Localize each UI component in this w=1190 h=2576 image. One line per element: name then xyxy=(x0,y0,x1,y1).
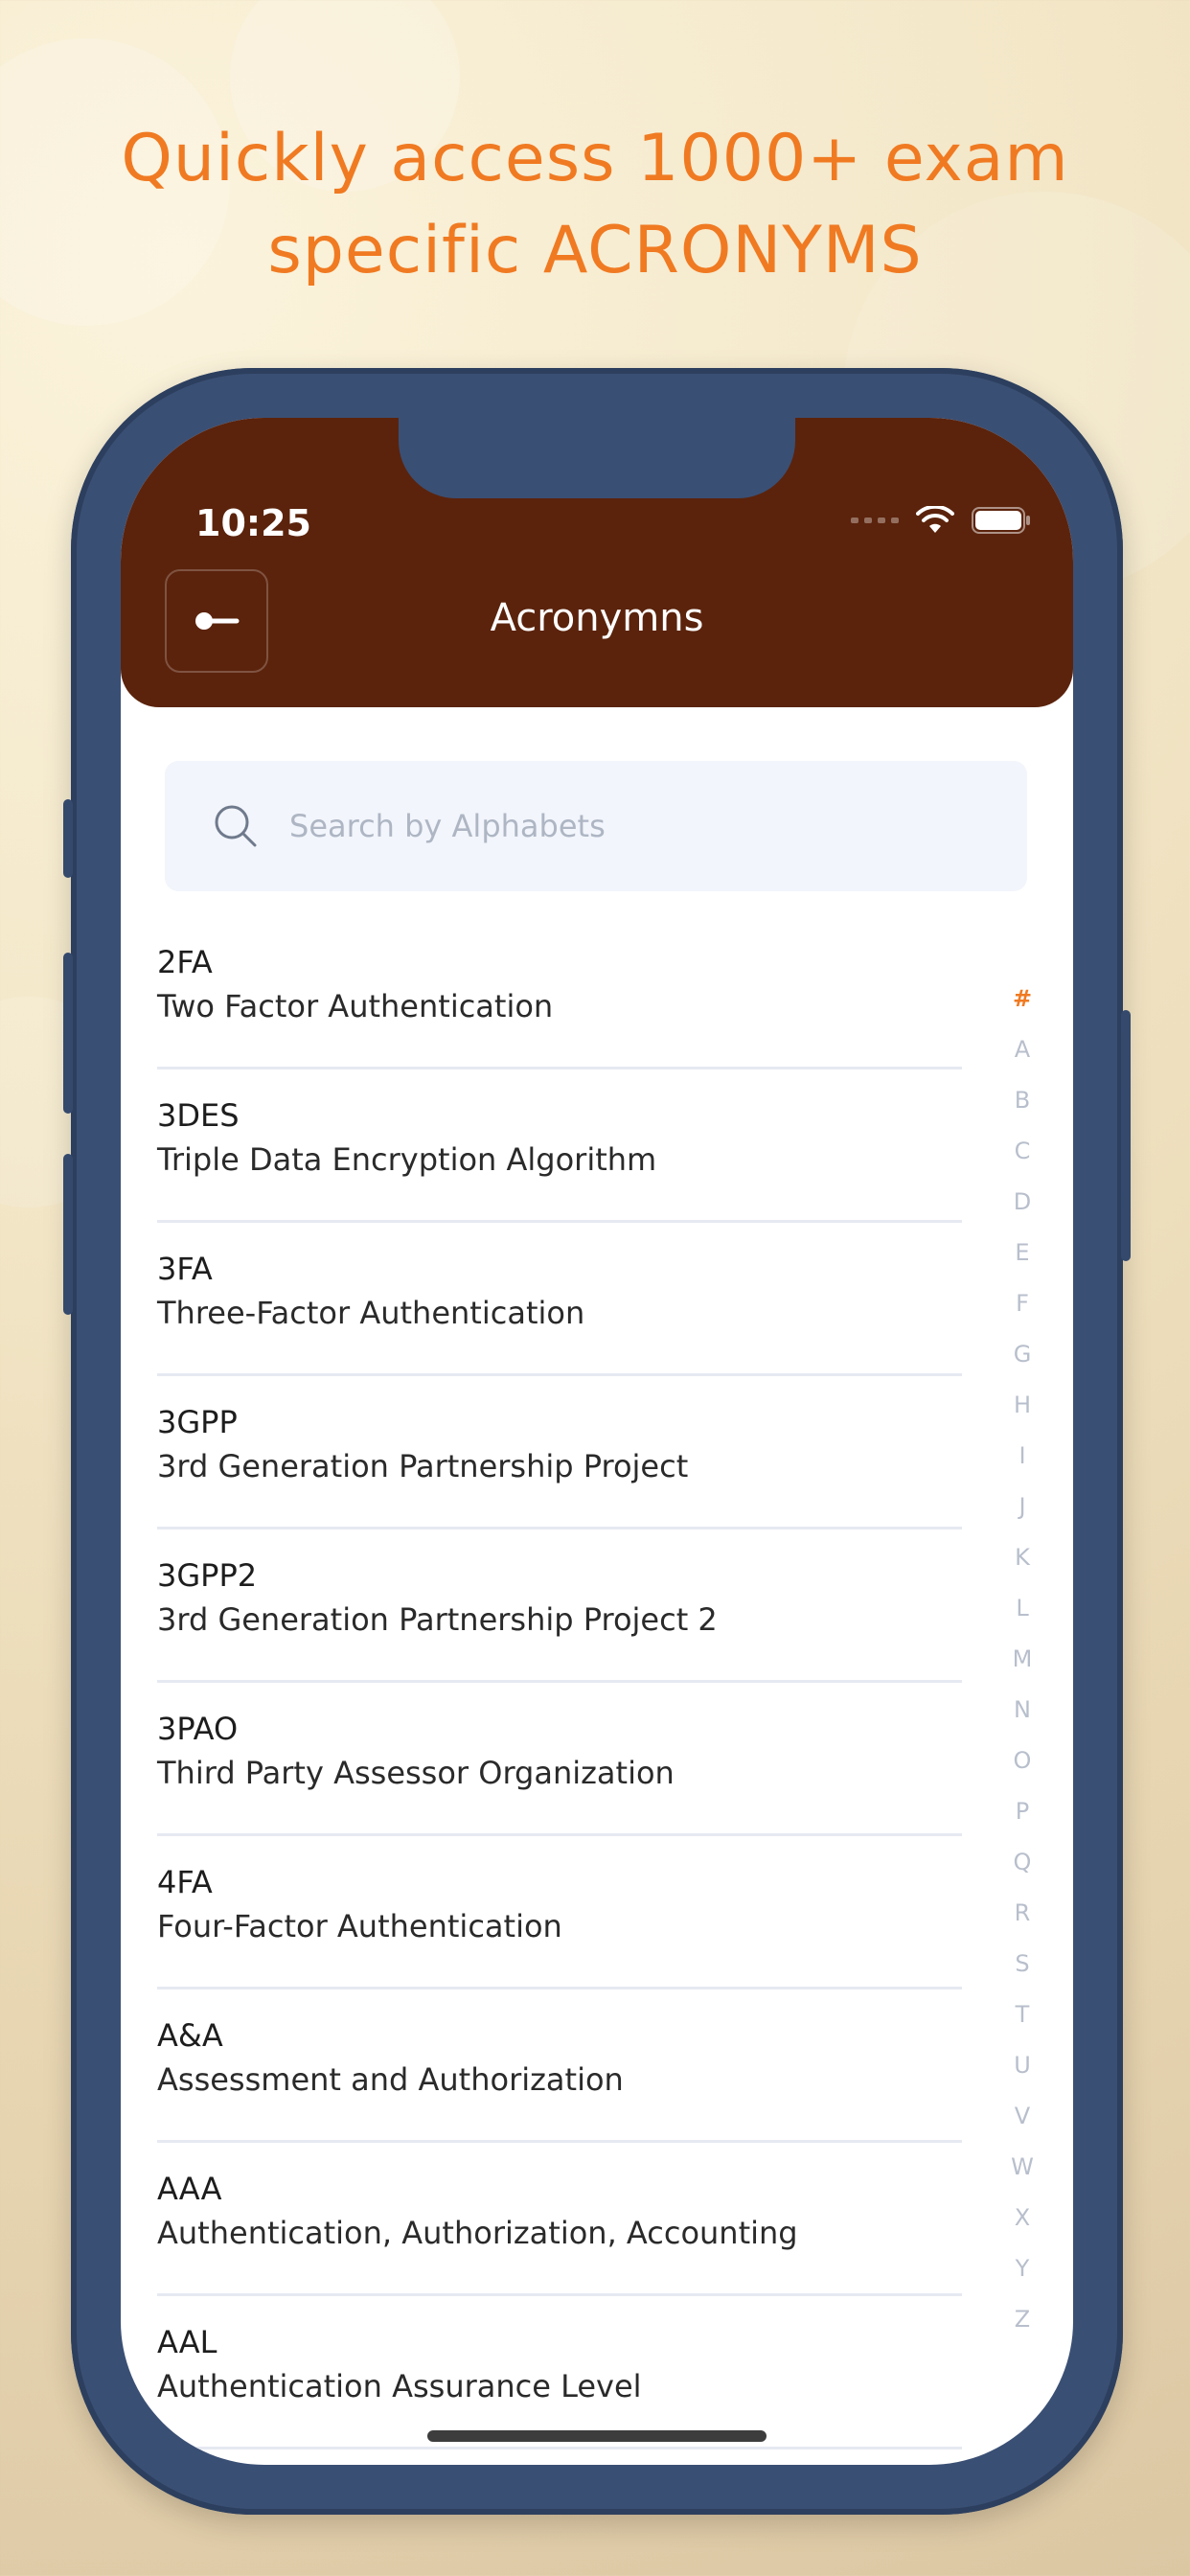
notch xyxy=(399,418,795,498)
promo-headline: Quickly access 1000+ exam specific ACRON… xyxy=(0,113,1190,297)
index-letter[interactable]: M xyxy=(1002,1634,1042,1685)
acronym-full: Four-Factor Authentication xyxy=(157,1908,562,1944)
acronym-full: Triple Data Encryption Algorithm xyxy=(157,1141,657,1178)
index-letter[interactable]: Z xyxy=(1002,2294,1042,2345)
list-item[interactable]: AAL Authentication Assurance Level xyxy=(157,2296,962,2450)
index-letter[interactable]: L xyxy=(1002,1583,1042,1634)
acronym-full: Assessment and Authorization xyxy=(157,2061,624,2098)
mute-switch xyxy=(63,799,73,878)
status-icons xyxy=(851,506,1031,535)
index-letter[interactable]: S xyxy=(1002,1939,1042,1990)
list-item[interactable]: AAA Authentication, Authorization, Accou… xyxy=(157,2143,962,2296)
index-letter[interactable]: F xyxy=(1002,1278,1042,1329)
index-letter[interactable]: Q xyxy=(1002,1837,1042,1888)
list-item[interactable]: 3GPP 3rd Generation Partnership Project xyxy=(157,1376,962,1530)
power-button xyxy=(1121,1010,1131,1261)
signal-icon xyxy=(851,518,899,523)
volume-down-button xyxy=(63,1154,73,1315)
list-item[interactable]: 3PAO Third Party Assessor Organization xyxy=(157,1683,962,1836)
battery-icon xyxy=(972,507,1030,534)
acronym-full: Authentication Assurance Level xyxy=(157,2368,642,2404)
app-bar: 10:25 Acronymns xyxy=(121,418,1073,707)
list-item[interactable]: 3FA Three-Factor Authentication xyxy=(157,1223,962,1376)
index-letter[interactable]: O xyxy=(1002,1736,1042,1786)
acronym-full: 3rd Generation Partnership Project xyxy=(157,1448,689,1484)
index-letter[interactable]: X xyxy=(1002,2193,1042,2243)
index-letter[interactable]: B xyxy=(1002,1075,1042,1126)
home-indicator xyxy=(427,2430,767,2442)
wifi-icon xyxy=(916,506,954,533)
index-letter[interactable]: K xyxy=(1002,1532,1042,1583)
acronym-full: Two Factor Authentication xyxy=(157,988,554,1024)
index-letter[interactable]: Y xyxy=(1002,2243,1042,2294)
index-letter[interactable]: D xyxy=(1002,1177,1042,1228)
acronym-full: 3rd Generation Partnership Project 2 xyxy=(157,1601,718,1638)
acronym-full: Authentication, Authorization, Accountin… xyxy=(157,2215,798,2251)
acronym-abbr: 3FA xyxy=(157,1251,213,1287)
promo-headline-line1: Quickly access 1000+ exam xyxy=(121,121,1069,196)
acronym-full: Three-Factor Authentication xyxy=(157,1295,585,1331)
index-letter[interactable]: T xyxy=(1002,1990,1042,2040)
acronym-abbr: AAL xyxy=(157,2324,217,2360)
acronym-full: Third Party Assessor Organization xyxy=(157,1755,675,1791)
index-letter[interactable]: V xyxy=(1002,2091,1042,2142)
acronym-abbr: 3PAO xyxy=(157,1711,239,1747)
promo-headline-line2: specific ACRONYMS xyxy=(267,213,923,288)
phone-screen: 10:25 Acronymns Search by Alphabets 2FA … xyxy=(121,418,1073,2465)
index-letter[interactable]: C xyxy=(1002,1126,1042,1177)
index-letter[interactable]: U xyxy=(1002,2040,1042,2091)
search-input[interactable] xyxy=(287,807,962,845)
index-letter[interactable]: # xyxy=(1002,974,1042,1024)
status-time: 10:25 xyxy=(195,502,311,544)
alphabet-index[interactable]: # A B C D E F G H I J K L M N O P Q R S T U V W X Y Z xyxy=(1002,974,1042,2345)
acronym-abbr: 3DES xyxy=(157,1097,240,1134)
acronym-abbr: 3GPP2 xyxy=(157,1557,258,1594)
phone-frame: 10:25 Acronymns Search by Alphabets 2FA … xyxy=(63,368,1131,2515)
index-letter[interactable]: A xyxy=(1002,1024,1042,1075)
search-icon xyxy=(215,805,257,847)
acronym-abbr: 3GPP xyxy=(157,1404,238,1440)
index-letter[interactable]: H xyxy=(1002,1380,1042,1431)
index-letter[interactable]: R xyxy=(1002,1888,1042,1939)
list-item[interactable]: 3GPP2 3rd Generation Partnership Project… xyxy=(157,1530,962,1683)
acronym-abbr: 2FA xyxy=(157,944,213,980)
index-letter[interactable]: W xyxy=(1002,2142,1042,2193)
list-item[interactable]: A&A Assessment and Authorization xyxy=(157,1990,962,2143)
volume-up-button xyxy=(63,953,73,1114)
list-item[interactable]: 4FA Four-Factor Authentication xyxy=(157,1836,962,1990)
acronym-abbr: 4FA xyxy=(157,1864,213,1900)
index-letter[interactable]: E xyxy=(1002,1228,1042,1278)
page-title: Acronymns xyxy=(490,596,704,640)
acronym-abbr: A&A xyxy=(157,2017,223,2054)
index-letter[interactable]: I xyxy=(1002,1431,1042,1482)
list-item[interactable]: 2FA Two Factor Authentication xyxy=(157,916,962,1070)
search-bar[interactable] xyxy=(165,761,1027,891)
index-letter[interactable]: P xyxy=(1002,1786,1042,1837)
list-item[interactable]: 3DES Triple Data Encryption Algorithm xyxy=(157,1070,962,1223)
index-letter[interactable]: J xyxy=(1002,1482,1042,1532)
index-letter[interactable]: G xyxy=(1002,1329,1042,1380)
acronym-list: 2FA Two Factor Authentication 3DES Tripl… xyxy=(157,916,962,2450)
index-letter[interactable]: N xyxy=(1002,1685,1042,1736)
acronym-abbr: AAA xyxy=(157,2171,222,2207)
